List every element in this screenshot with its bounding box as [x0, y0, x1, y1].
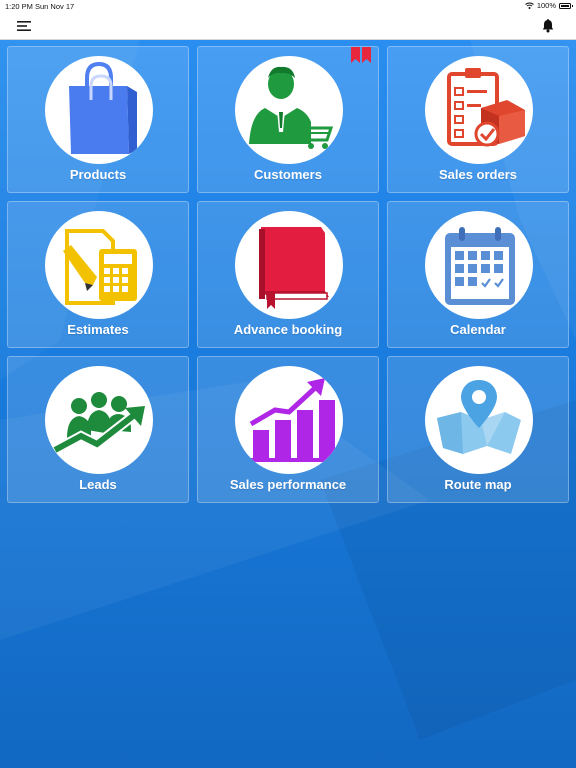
tile-calendar[interactable]: Calendar	[387, 201, 569, 348]
dashboard-area: Products Customers Sales orders Estimate…	[0, 40, 576, 768]
status-right-group: 100%	[524, 1, 573, 10]
tile-estimates[interactable]: Estimates	[7, 201, 189, 348]
tile-products[interactable]: Products	[7, 46, 189, 193]
tile-label: Sales orders	[438, 167, 518, 182]
bookmark-badge-icon	[351, 47, 371, 63]
status-time: 1:20 PM	[5, 2, 33, 11]
tile-label: Calendar	[450, 322, 506, 337]
tile-label: Customers	[254, 167, 322, 182]
status-date: Sun Nov 17	[35, 2, 75, 11]
tile-label: Route map	[444, 477, 512, 492]
tile-route-map[interactable]: Route map	[387, 356, 569, 503]
customer-cart-icon	[235, 56, 343, 164]
calendar-icon	[425, 211, 533, 319]
bell-icon[interactable]	[540, 18, 556, 34]
book-icon	[235, 211, 343, 319]
top-navbar	[0, 12, 576, 40]
tile-leads[interactable]: Leads	[7, 356, 189, 503]
tile-sales-performance[interactable]: Sales performance	[197, 356, 379, 503]
tile-label: Leads	[79, 477, 117, 492]
map-pin-icon	[425, 366, 533, 474]
status-bar: 1:20 PM Sun Nov 17 100%	[0, 0, 576, 12]
shopping-bag-icon	[45, 56, 153, 164]
hamburger-menu-icon[interactable]	[14, 18, 34, 34]
tile-label: Sales performance	[229, 477, 347, 492]
tile-label: Estimates	[67, 322, 129, 337]
battery-icon	[559, 2, 573, 9]
calculator-document-icon	[45, 211, 153, 319]
tile-label: Advance booking	[233, 322, 343, 337]
tile-customers[interactable]: Customers	[197, 46, 379, 193]
tile-sales-orders[interactable]: Sales orders	[387, 46, 569, 193]
people-growth-icon	[45, 366, 153, 474]
bar-chart-growth-icon	[235, 366, 343, 474]
wifi-icon	[524, 2, 534, 9]
tile-advance-booking[interactable]: Advance booking	[197, 201, 379, 348]
clipboard-box-icon	[425, 56, 533, 164]
battery-percent: 100%	[536, 1, 556, 10]
tile-label: Products	[69, 167, 127, 182]
